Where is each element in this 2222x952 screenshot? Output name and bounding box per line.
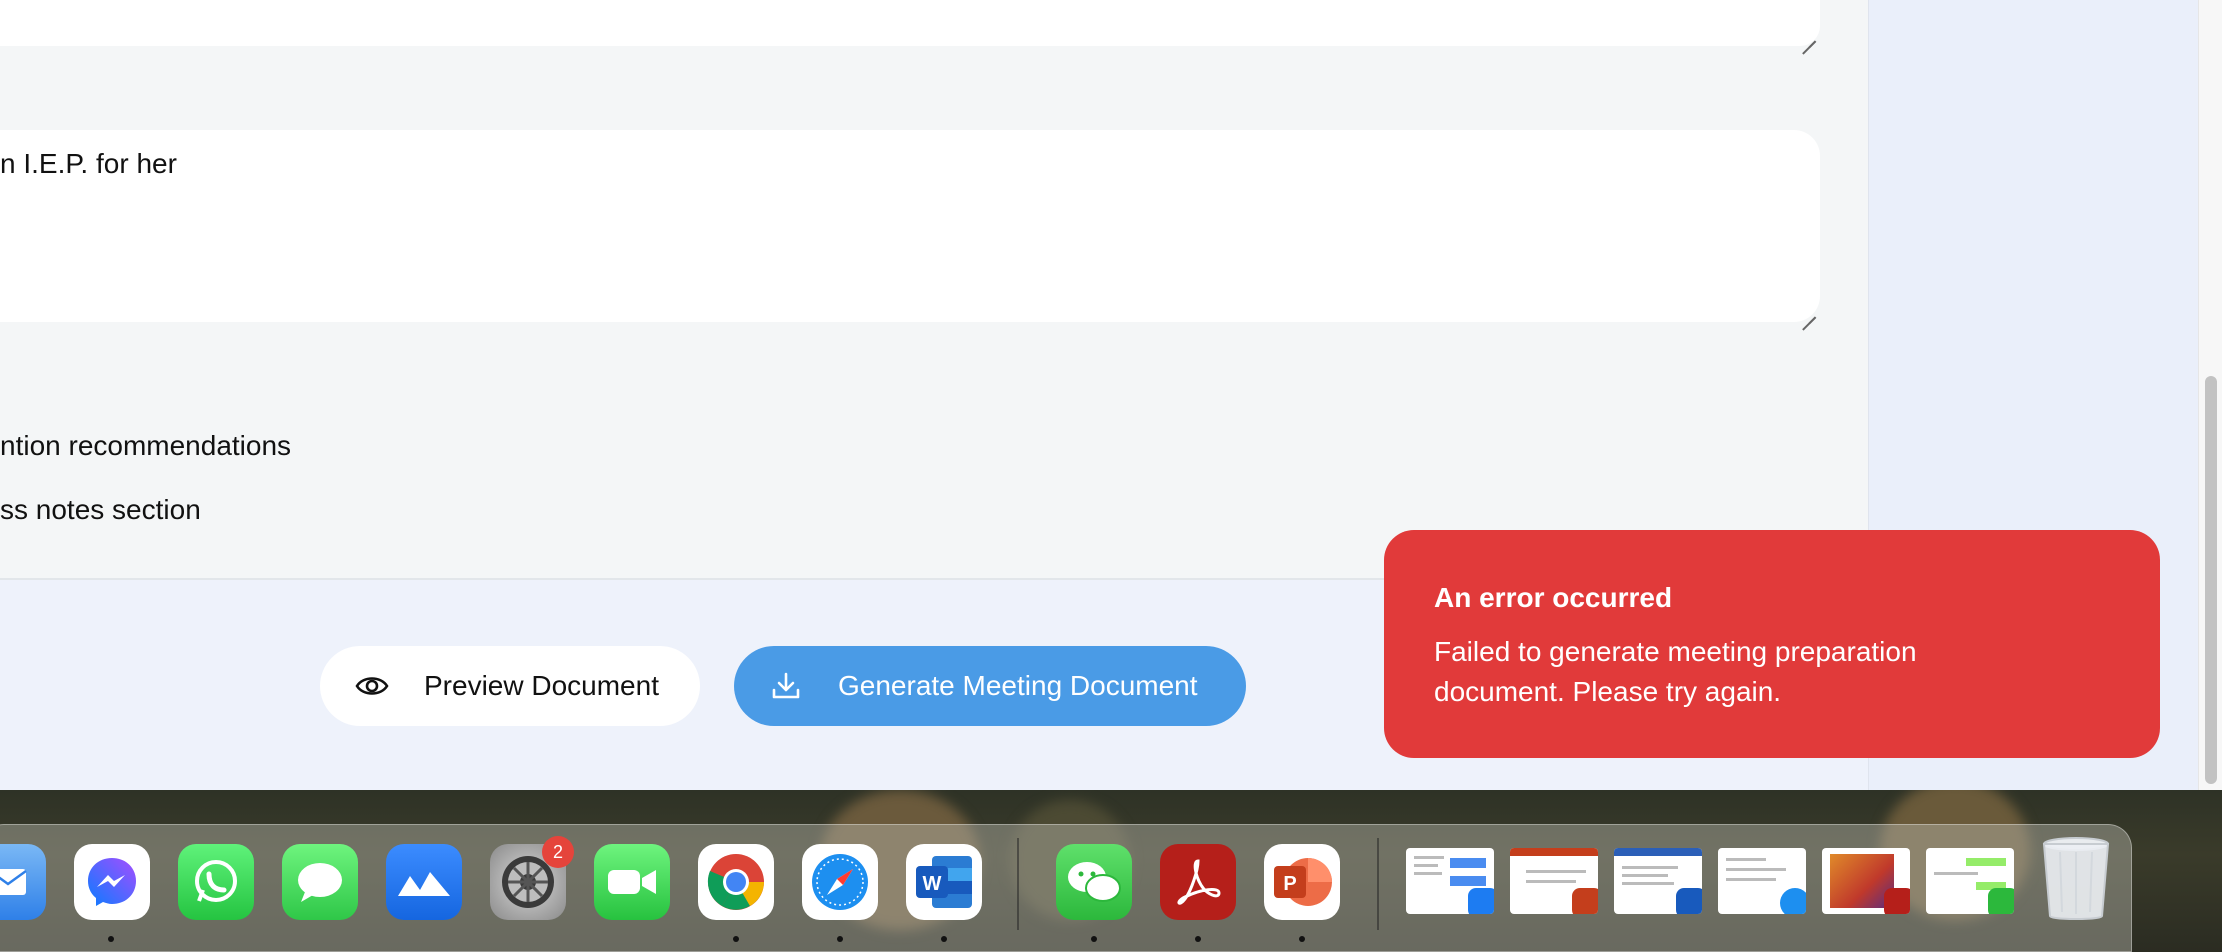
powerpoint-icon[interactable]: P — [1264, 844, 1340, 920]
mail-icon[interactable] — [0, 844, 46, 920]
collaboration-app-icon[interactable] — [386, 844, 462, 920]
running-indicator — [733, 936, 739, 942]
messenger-window-thumbnail[interactable] — [1406, 848, 1494, 914]
svg-text:W: W — [923, 873, 942, 895]
safari-window-thumbnail[interactable] — [1718, 848, 1806, 914]
wechat-window-thumbnail[interactable] — [1926, 848, 2014, 914]
checklist-item-notes[interactable]: ss notes section — [0, 494, 201, 526]
textarea-value: n I.E.P. for her — [0, 148, 177, 179]
running-indicator — [1195, 936, 1201, 942]
running-indicator — [1091, 936, 1097, 942]
acrobat-window-thumbnail[interactable] — [1822, 848, 1910, 914]
concerns-textarea[interactable]: n I.E.P. for her — [0, 130, 1820, 322]
notes-textarea-top[interactable] — [0, 0, 1820, 46]
running-indicator — [837, 936, 843, 942]
system-settings-icon[interactable]: 2 — [490, 836, 574, 920]
whatsapp-icon[interactable] — [178, 844, 254, 920]
wechat-icon — [1988, 888, 2014, 914]
word-icon — [1676, 888, 1702, 914]
preview-document-button[interactable]: Preview Document — [320, 646, 700, 726]
acrobat-icon[interactable] — [1160, 844, 1236, 920]
word-window-thumbnail[interactable] — [1614, 848, 1702, 914]
wechat-icon[interactable] — [1056, 844, 1132, 920]
error-toast[interactable]: An error occurred Failed to generate mee… — [1384, 530, 2160, 758]
acrobat-icon — [1884, 888, 1910, 914]
generate-meeting-document-button[interactable]: Generate Meeting Document — [734, 646, 1246, 726]
resize-handle-icon[interactable] — [1802, 28, 1816, 42]
download-icon — [766, 666, 806, 706]
messenger-icon[interactable] — [74, 844, 150, 920]
scrollbar-thumb[interactable] — [2205, 376, 2217, 784]
svg-text:P: P — [1283, 873, 1296, 895]
notification-badge: 2 — [542, 836, 574, 868]
running-indicator — [108, 936, 114, 942]
powerpoint-window-thumbnail[interactable] — [1510, 848, 1598, 914]
dock-divider — [1377, 838, 1379, 930]
scrollbar[interactable] — [2198, 0, 2222, 790]
resize-handle-icon[interactable] — [1802, 304, 1816, 318]
safari-icon[interactable] — [802, 844, 878, 920]
app-window: n I.E.P. for her ntion recommendations s… — [0, 0, 2222, 790]
powerpoint-icon — [1572, 888, 1598, 914]
safari-icon — [1780, 888, 1806, 914]
running-indicator — [1299, 936, 1305, 942]
trash-icon[interactable] — [2036, 834, 2116, 924]
facetime-icon[interactable] — [594, 844, 670, 920]
chrome-icon[interactable] — [698, 844, 774, 920]
toast-title: An error occurred — [1434, 582, 1673, 613]
form-card: n I.E.P. for her ntion recommendations s… — [0, 0, 1868, 580]
preview-document-label: Preview Document — [424, 670, 659, 701]
desktop-background: 2 W P — [0, 790, 2222, 952]
toast-message: Failed to generate meeting preparation d… — [1434, 636, 1917, 707]
eye-icon — [352, 666, 392, 706]
checklist-item-intervention[interactable]: ntion recommendations — [0, 430, 291, 462]
word-icon[interactable]: W — [906, 844, 982, 920]
messenger-icon — [1468, 888, 1494, 914]
dock-divider — [1017, 838, 1019, 930]
generate-meeting-document-label: Generate Meeting Document — [838, 670, 1198, 701]
running-indicator — [941, 936, 947, 942]
messages-icon[interactable] — [282, 844, 358, 920]
